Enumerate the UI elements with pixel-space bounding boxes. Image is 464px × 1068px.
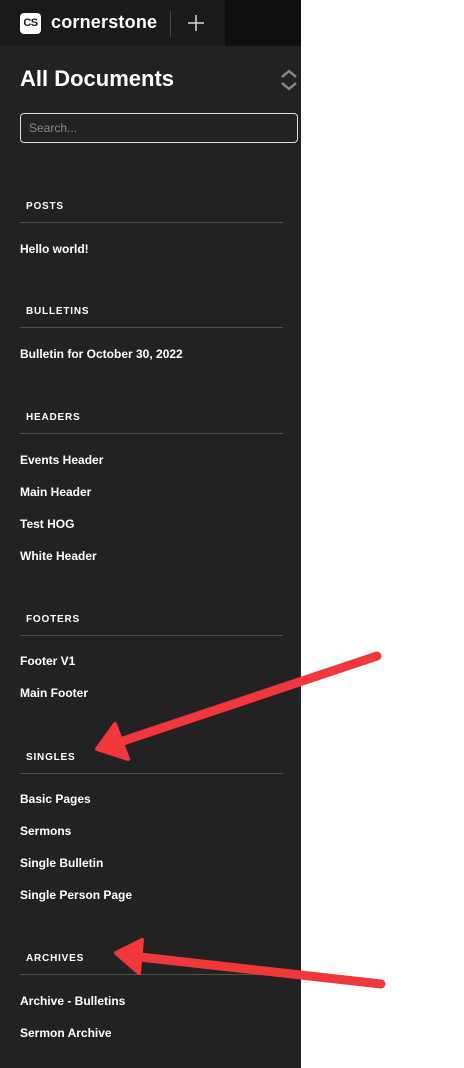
list-item[interactable]: White Header xyxy=(20,546,97,566)
section-headers: HEADERS Events Header Main Header Test H… xyxy=(20,411,283,563)
section-header: ARCHIVES xyxy=(20,952,283,975)
search-input[interactable] xyxy=(20,113,298,143)
section-bulletins: BULLETINS Bulletin for October 30, 2022 xyxy=(20,305,283,361)
section-header: FOOTERS xyxy=(20,613,283,636)
documents-sidebar: CS cornerstone All Documents POSTS Hello… xyxy=(0,0,301,1068)
list-item[interactable]: Footer V1 xyxy=(20,651,75,671)
list-item[interactable]: Sermons xyxy=(20,821,71,841)
list-item[interactable]: Main Footer xyxy=(20,683,88,703)
list-item[interactable]: Single Bulletin xyxy=(20,853,103,873)
section-singles: SINGLES Basic Pages Sermons Single Bulle… xyxy=(20,751,283,902)
list-item[interactable]: Single Person Page xyxy=(20,885,132,905)
section-posts: POSTS Hello world! xyxy=(20,200,283,256)
section-header: BULLETINS xyxy=(20,305,283,328)
cornerstone-logo-icon: CS xyxy=(20,13,41,34)
plus-icon[interactable] xyxy=(186,13,206,33)
list-item[interactable]: Test HOG xyxy=(20,514,74,534)
top-bar: CS cornerstone xyxy=(0,0,301,46)
section-archives: ARCHIVES Archive - Bulletins Sermon Arch… xyxy=(20,952,283,1040)
section-header: POSTS xyxy=(20,200,283,223)
section-footers: FOOTERS Footer V1 Main Footer xyxy=(20,613,283,700)
list-item[interactable]: Basic Pages xyxy=(20,789,91,809)
divider xyxy=(170,11,171,37)
list-item[interactable]: Hello world! xyxy=(20,239,89,259)
section-header: SINGLES xyxy=(20,751,283,774)
list-item[interactable]: Events Header xyxy=(20,450,103,470)
list-item[interactable]: Bulletin for October 30, 2022 xyxy=(20,344,183,364)
list-item[interactable]: Sermon Archive xyxy=(20,1023,112,1043)
list-item[interactable]: Main Header xyxy=(20,482,91,502)
page-title: All Documents xyxy=(20,66,175,91)
list-item[interactable]: Archive - Bulletins xyxy=(20,991,125,1011)
top-bar-right-region xyxy=(225,0,301,46)
sort-toggle-icon[interactable] xyxy=(279,68,299,92)
brand-name: cornerstone xyxy=(51,12,158,32)
section-header: HEADERS xyxy=(20,411,283,434)
